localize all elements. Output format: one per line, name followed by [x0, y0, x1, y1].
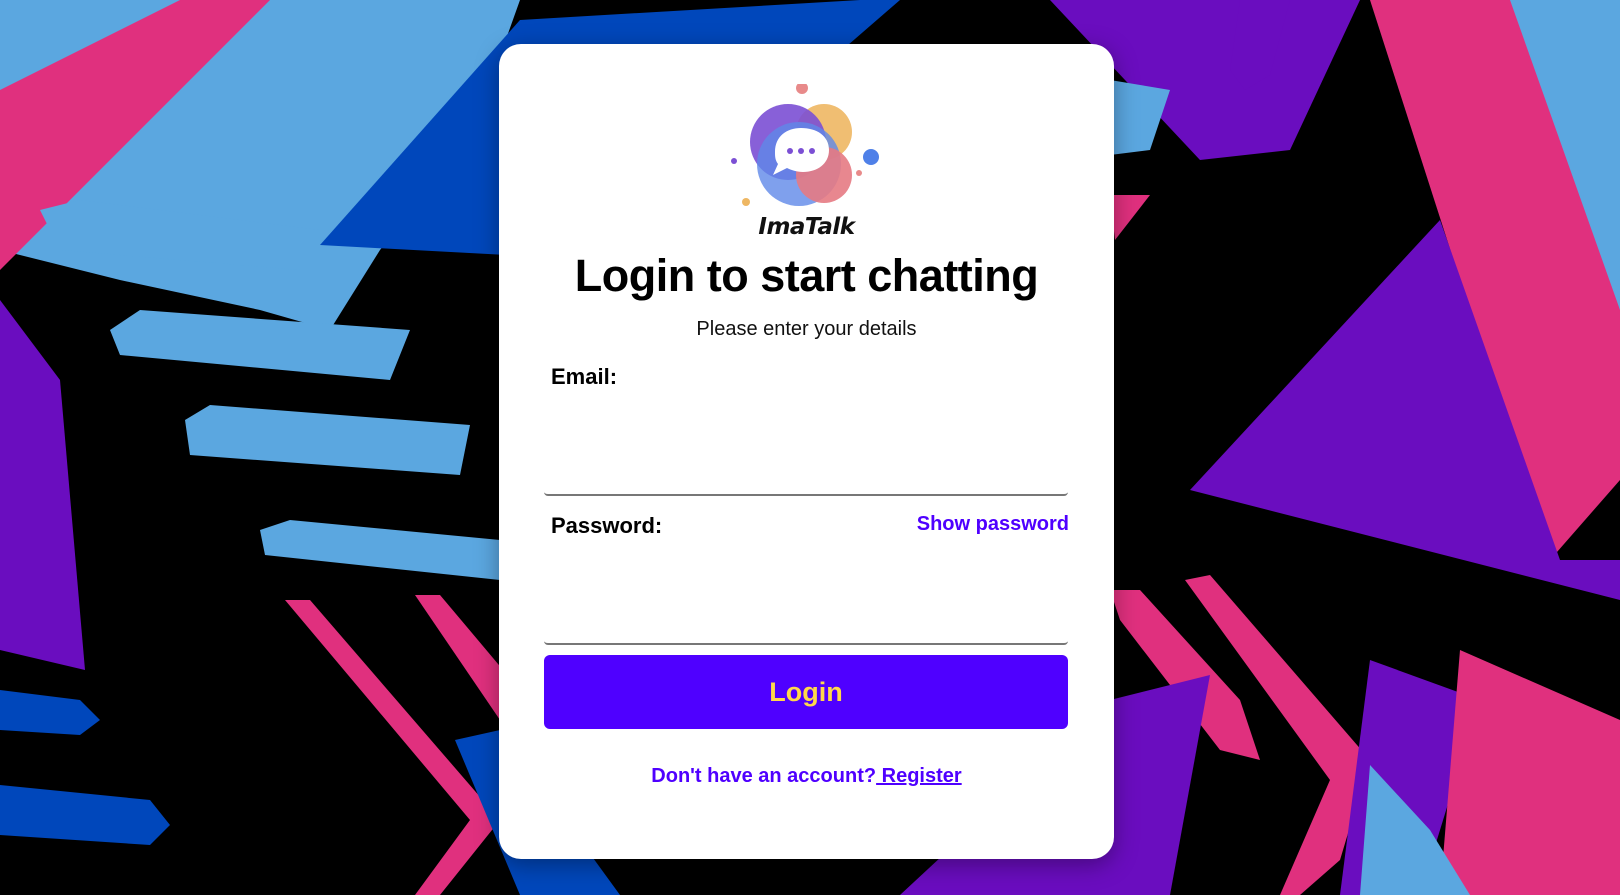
email-field[interactable]	[544, 450, 1068, 496]
register-prompt: Don't have an account?	[651, 765, 877, 787]
email-label: Email:	[551, 364, 618, 389]
password-field[interactable]	[544, 599, 1068, 645]
password-label: Password:	[551, 513, 663, 538]
page-title: Login to start chatting	[574, 250, 1039, 301]
login-card: ImaTalk Login to start chatting Please e…	[499, 44, 1114, 859]
chat-bubble-logo-icon	[731, 84, 879, 206]
login-button[interactable]: Login	[544, 655, 1068, 729]
register-prompt-line: Don't have an account? Register	[499, 765, 1114, 788]
show-password-toggle[interactable]: Show password	[917, 513, 1069, 536]
brand-name: ImaTalk	[758, 214, 855, 240]
page-subtitle: Please enter your details	[696, 318, 917, 340]
register-link[interactable]: Register	[876, 765, 962, 787]
